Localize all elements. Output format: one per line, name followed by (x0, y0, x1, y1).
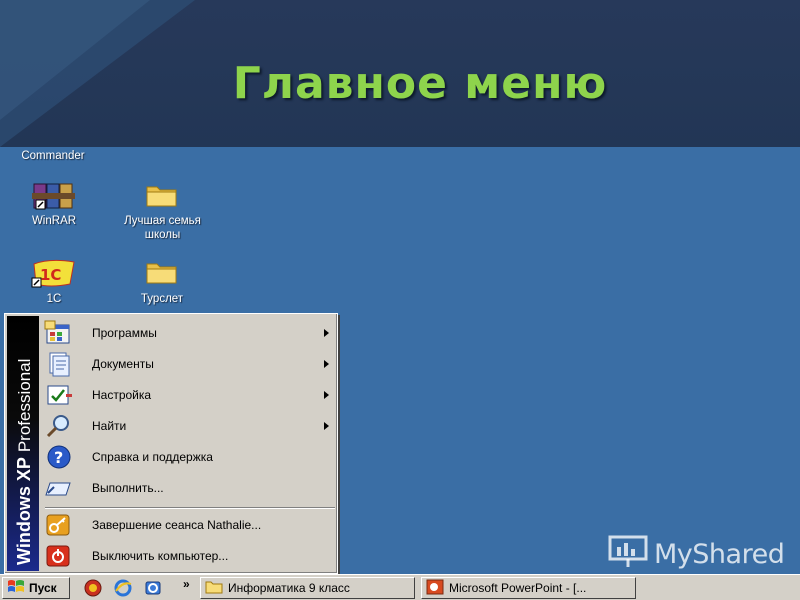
submenu-arrow-icon (324, 329, 329, 337)
windows-xp-brand: Windows XP Professional (14, 359, 35, 565)
folder-icon[interactable] (145, 258, 179, 286)
desktop-icon-label[interactable]: Лучшая семья школы (105, 214, 220, 242)
myshared-watermark: MyShared (608, 535, 788, 572)
browser-icon[interactable] (84, 579, 102, 597)
help-icon: ? (42, 443, 76, 471)
brand-edition: Professional (15, 358, 34, 453)
watermark-text: MyShared (654, 538, 785, 570)
settings-icon (42, 381, 76, 409)
menu-item-run[interactable]: Выполнить... (42, 473, 337, 503)
documents-icon (42, 350, 76, 378)
taskbar-button-label: Microsoft PowerPoint - [... (449, 581, 587, 595)
start-label: Пуск (29, 581, 57, 595)
submenu-arrow-icon (324, 422, 329, 430)
ie-icon[interactable] (114, 579, 132, 597)
folder-icon[interactable] (145, 181, 179, 209)
menu-item-label: Справка и поддержка (92, 450, 213, 464)
desktop-icon-label[interactable]: Commander (8, 149, 98, 163)
outlook-icon[interactable] (144, 579, 162, 597)
menu-item-label: Программы (92, 326, 157, 340)
taskbar-button-folder[interactable]: Информатика 9 класс (200, 577, 415, 599)
submenu-arrow-icon (324, 391, 329, 399)
svg-text:?: ? (54, 448, 63, 467)
menu-item-documents[interactable]: Документы (42, 349, 337, 379)
desktop-icon-label[interactable]: Турслет (112, 292, 212, 306)
menu-item-label: Выключить компьютер... (92, 549, 229, 563)
brand-name: Windows XP (14, 457, 34, 565)
menu-item-label: Завершение сеанса Nathalie... (92, 518, 262, 532)
taskbar: Пуск » Информатика 9 класс Microsoft Pow… (0, 574, 800, 600)
desktop-icon-label[interactable]: 1С (14, 292, 94, 306)
powerpoint-icon (426, 579, 444, 598)
start-button[interactable]: Пуск (2, 577, 70, 599)
menu-item-label: Выполнить... (92, 481, 164, 495)
windows-logo-icon (7, 579, 25, 598)
svg-text:1С: 1С (40, 266, 61, 284)
slide-title: Главное меню (232, 58, 608, 109)
search-icon (42, 412, 76, 440)
1c-icon[interactable]: 1С (30, 258, 78, 290)
desktop-icon-label[interactable]: WinRAR (14, 214, 94, 228)
shutdown-icon (42, 542, 76, 570)
menu-item-shutdown[interactable]: Выключить компьютер... (42, 541, 337, 571)
start-menu: Windows XPProfessional Программы Докумен… (4, 313, 338, 574)
menu-item-settings[interactable]: Настройка (42, 380, 337, 410)
start-menu-side-band: Windows XP Professional (7, 316, 39, 571)
slide-title-band: Главное меню (0, 0, 800, 147)
menu-item-help[interactable]: ? Справка и поддержка (42, 442, 337, 472)
folder-icon (205, 580, 223, 597)
programs-icon (42, 319, 76, 347)
menu-item-label: Документы (92, 357, 154, 371)
menu-item-label: Найти (92, 419, 127, 433)
taskbar-button-powerpoint[interactable]: Microsoft PowerPoint - [... (421, 577, 636, 599)
menu-item-logoff[interactable]: Завершение сеанса Nathalie... (42, 510, 337, 540)
submenu-arrow-icon (324, 360, 329, 368)
taskbar-button-label: Информатика 9 класс (228, 581, 350, 595)
menu-separator (45, 507, 335, 509)
menu-item-programs[interactable]: Программы (42, 318, 337, 348)
menu-item-label: Настройка (92, 388, 152, 402)
winrar-icon[interactable] (32, 181, 76, 211)
logoff-icon (42, 511, 76, 539)
quick-launch-chevron[interactable]: » (183, 577, 190, 591)
presentation-icon (608, 533, 648, 576)
run-icon (42, 474, 76, 502)
menu-item-search[interactable]: Найти (42, 411, 337, 441)
